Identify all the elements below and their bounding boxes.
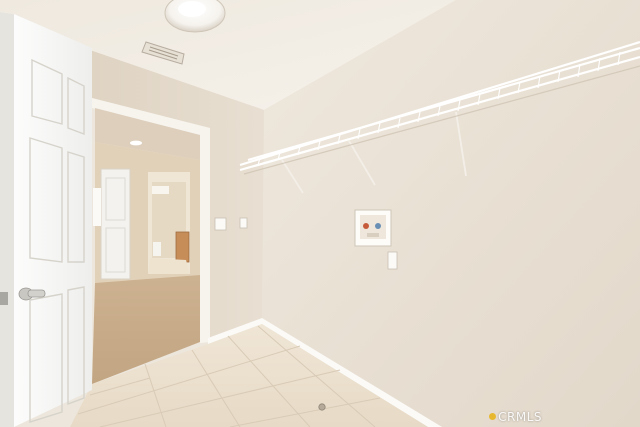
bathroom-floor: [148, 258, 190, 274]
bathroom-mirror: [152, 186, 169, 194]
hallway-window: [93, 188, 101, 226]
toilet: [153, 242, 161, 256]
room-illustration: [0, 0, 640, 427]
hallway-door: [100, 168, 131, 280]
light-switch: [214, 217, 227, 231]
water-valve: [363, 223, 369, 229]
light-switch-2: [239, 217, 248, 229]
hallway-ceiling-light: [130, 140, 142, 146]
door-latch: [0, 292, 8, 305]
water-valve-2: [375, 223, 381, 229]
bathroom-cabinet: [175, 231, 190, 263]
electrical-outlet: [387, 251, 398, 270]
photo-scene: CRMLS: [0, 0, 640, 427]
ceiling-light-glow: [178, 1, 206, 17]
floor-drain: [318, 403, 326, 411]
